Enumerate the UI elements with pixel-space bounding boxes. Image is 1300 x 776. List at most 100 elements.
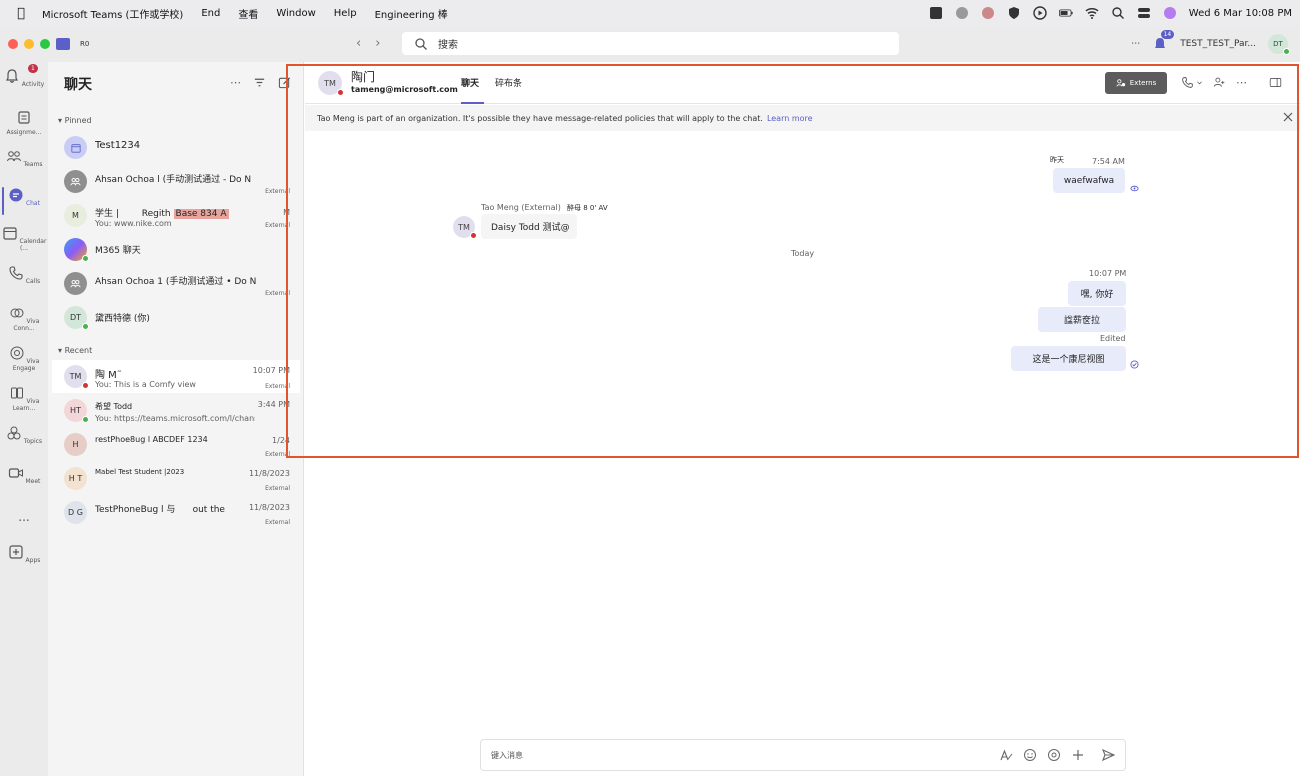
tray-shield-icon[interactable] (1007, 6, 1021, 20)
menu-end[interactable]: End (201, 8, 220, 19)
rail-item-calendar[interactable]: Calendar (... (0, 225, 48, 252)
chat-list-item[interactable]: HT 希望 Todd You: https://teams.microsoft.… (52, 394, 300, 427)
side-panel-icon[interactable] (1269, 76, 1282, 89)
rail-item-activity[interactable]: 1 Activity (0, 64, 48, 88)
menu-bar-clock[interactable]: Wed 6 Mar 10:08 PM (1189, 8, 1292, 19)
rail-item-calls[interactable]: Calls (0, 265, 48, 285)
spotlight-search-icon[interactable] (1111, 6, 1125, 20)
siri-icon[interactable] (1163, 6, 1177, 20)
close-icon[interactable] (1282, 111, 1294, 123)
outgoing-message[interactable]: 諡薪奁拉 (1038, 307, 1126, 332)
notification-count-badge: 14 (1160, 30, 1175, 39)
minimize-window-button[interactable] (24, 39, 34, 49)
send-icon[interactable] (1101, 748, 1115, 762)
user-avatar[interactable]: DT (1268, 34, 1290, 55)
contact-email: tameng@microsoft.com (351, 85, 458, 94)
chat-header: TM 陶门 tameng@microsoft.com 聊天 碎布条 Extern… (305, 62, 1300, 104)
apple-icon[interactable]:  (0, 6, 42, 21)
incoming-message[interactable]: Daisy Todd 测试@ (481, 214, 577, 239)
rail-item-viva-engage[interactable]: Viva Engage (0, 345, 48, 372)
filter-icon[interactable] (253, 76, 266, 89)
chat-list-item[interactable]: Ahsan Ochoa 1 (手动测试通过 • Do N External (52, 267, 300, 300)
tab-chat[interactable]: 聊天 (461, 76, 479, 89)
outgoing-message[interactable]: waefwafwa (1053, 168, 1125, 193)
message-compose-box[interactable]: 键入消息 (480, 739, 1126, 771)
rail-item-assignments[interactable]: Assignme... (0, 109, 48, 136)
contact-avatar[interactable]: TM (318, 71, 344, 96)
tray-globe-icon[interactable] (955, 6, 969, 20)
rail-item-topics[interactable]: Topics (0, 425, 48, 445)
learn-more-link[interactable]: Learn more (767, 114, 813, 123)
new-chat-icon[interactable] (278, 76, 291, 89)
chat-list-item[interactable]: M365 聊天 (52, 233, 300, 266)
add-people-icon[interactable] (1213, 76, 1226, 89)
phone-icon[interactable] (1181, 76, 1194, 89)
outgoing-message[interactable]: 这是一个康尼视图 (1011, 346, 1126, 371)
notifications-icon[interactable]: 14 (1152, 30, 1175, 52)
rail-item-apps[interactable]: Apps (0, 544, 48, 564)
rail-item-meet[interactable]: Meet (0, 465, 48, 485)
menu-view[interactable]: 查看 (238, 6, 258, 21)
chevron-down-icon[interactable] (1196, 76, 1203, 89)
menu-window[interactable]: Window (276, 8, 315, 19)
chat-list-item[interactable]: DT 黛西特德 (你) (52, 301, 300, 334)
more-options-icon[interactable]: ⋯ (1236, 76, 1247, 89)
chat-list-item[interactable]: D G TestPhoneBug l 与 out the 11/8/2023 E… (52, 496, 300, 529)
rail-item-more[interactable]: ... (0, 510, 48, 524)
back-arrow-icon[interactable]: ‹ (356, 36, 361, 51)
menu-app-name[interactable]: Microsoft Teams (工作或学校) (42, 6, 183, 21)
message-sender: Tao Meng (External) (481, 203, 561, 212)
tab-shared[interactable]: 碎布条 (495, 76, 522, 89)
rail-label: Activity (21, 81, 45, 88)
menu-help[interactable]: Help (334, 8, 357, 19)
battery-icon[interactable] (1058, 6, 1073, 20)
chat-list-item[interactable]: H T Mabel Test Student |2023 11/8/2023 E… (52, 462, 300, 495)
menu-engineering[interactable]: Engineering 棒 (375, 6, 448, 21)
add-icon[interactable] (1071, 748, 1085, 762)
assignments-icon (18, 111, 30, 124)
format-icon[interactable] (999, 748, 1013, 762)
loop-icon[interactable] (1047, 748, 1061, 762)
search-input[interactable]: 搜索 (402, 32, 899, 55)
avatar: DT (64, 306, 89, 330)
rail-item-teams[interactable]: Teams (0, 148, 48, 168)
rail-label: Meet (25, 478, 41, 485)
wifi-icon[interactable] (1085, 6, 1099, 20)
rail-label: Topics (23, 438, 43, 445)
tray-record-icon[interactable] (981, 6, 995, 20)
tray-screen-icon[interactable] (929, 6, 943, 20)
chat-list-item-selected[interactable]: TM 陶 M˜ You: This is a Comfy view 10:07 … (52, 360, 300, 393)
external-label: External (265, 519, 290, 526)
control-center-icon[interactable] (1137, 6, 1151, 20)
external-org-notice: Tao Meng is part of an organization. It'… (305, 105, 1300, 131)
avatar: H (64, 433, 87, 456)
external-button[interactable]: Externs (1105, 72, 1167, 94)
more-options-icon[interactable]: ⋯ (230, 76, 241, 89)
zoom-window-button[interactable] (40, 39, 50, 49)
sender-avatar[interactable]: TM (453, 216, 477, 239)
recent-section-header[interactable]: ▾ Recent (58, 346, 92, 355)
chat-name: restPhoe8ug l ABCDEF 1234 (95, 435, 208, 444)
tray-play-icon[interactable] (1033, 6, 1047, 20)
outgoing-message[interactable]: 嘿, 你好 (1068, 281, 1126, 306)
forward-arrow-icon[interactable]: › (375, 36, 380, 51)
chat-list-item[interactable]: M 学生 | Regith Base 834 A You: www.nike.c… (52, 199, 300, 232)
more-options-icon[interactable]: ⋯ (1131, 39, 1140, 49)
rail-item-viva-learning[interactable]: Viva Learn... (0, 385, 48, 412)
chat-list-item[interactable]: Ahsan Ochoa l (手动测试通过 - Do N External (52, 165, 300, 198)
rail-item-chat[interactable]: Chat (0, 187, 48, 215)
user-initials: DT (1273, 40, 1283, 48)
chat-list-item[interactable]: H restPhoe8ug l ABCDEF 1234 1/24 Externa… (52, 428, 300, 461)
presence-busy-icon (470, 232, 477, 239)
pinned-section-header[interactable]: ▾ Pinned (58, 116, 92, 125)
tenant-name[interactable]: TEST_TEST_Par... (1180, 39, 1256, 49)
chat-time: M (283, 208, 290, 217)
message-time: 醉母 8 0' AV (567, 204, 608, 212)
close-window-button[interactable] (8, 39, 18, 49)
rail-item-viva-connections[interactable]: Viva Conn... (0, 305, 48, 332)
emoji-icon[interactable] (1023, 748, 1037, 762)
viva-engage-icon (10, 346, 24, 360)
avatar: TM (64, 365, 89, 389)
group-icon (64, 272, 87, 295)
chat-list-item[interactable]: Test1234 (52, 131, 300, 164)
